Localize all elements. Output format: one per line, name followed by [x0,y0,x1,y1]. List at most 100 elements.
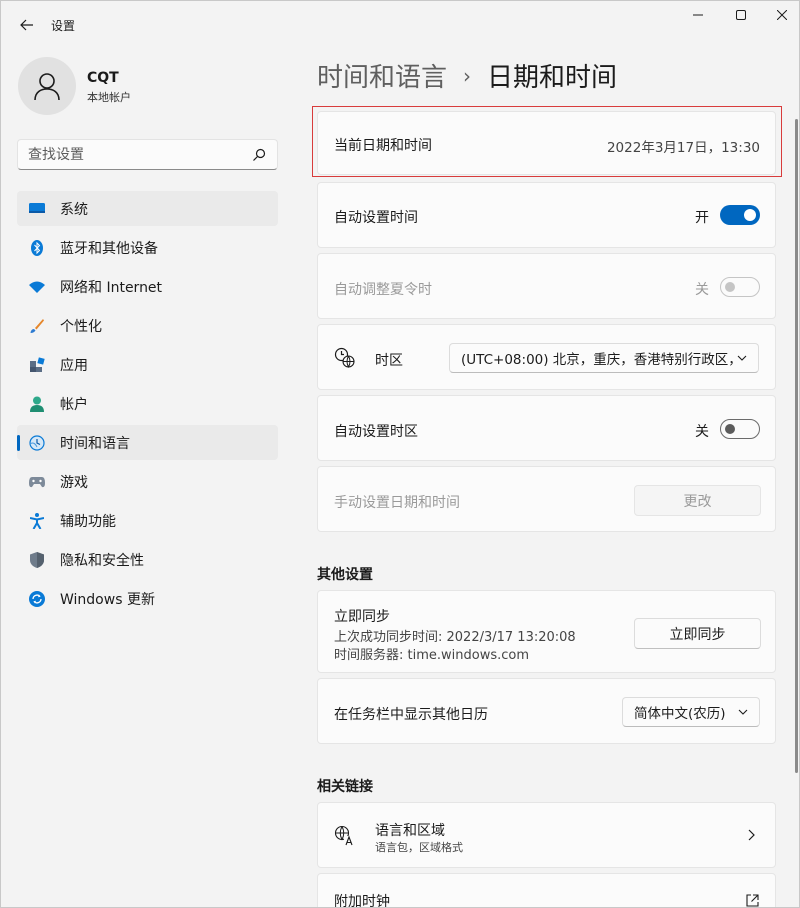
apps-icon [29,356,45,373]
calendar-label: 在任务栏中显示其他日历 [334,707,488,723]
change-button[interactable]: 更改 [634,485,761,516]
auto-dst-label: 自动调整夏令时 [334,282,432,298]
section-title-other: 其他设置 [317,567,373,583]
sidebar-item-accounts[interactable]: 帐户 [17,386,278,421]
sidebar-item-label: 系统 [60,201,88,218]
maximize-button[interactable] [724,5,758,25]
sidebar-item-windows-update[interactable]: Windows 更新 [17,581,278,616]
sidebar-item-label: 时间和语言 [60,435,130,452]
maximize-icon [736,10,746,20]
selection-indicator [17,435,20,451]
sidebar-item-label: 个性化 [60,318,102,335]
sync-label: 立即同步 [334,609,390,625]
language-region-card[interactable]: 语言和区域 语言包，区域格式 [317,802,776,868]
sidebar-item-apps[interactable]: 应用 [17,347,278,382]
auto-time-toggle[interactable] [720,205,760,225]
avatar[interactable] [18,57,76,115]
toggle-knob [744,209,756,221]
breadcrumb: 时间和语言 › 日期和时间 [317,57,617,94]
language-region-label: 语言和区域 [375,823,445,839]
settings-window: 设置 CQT 本地帐户 系统 蓝牙和其他设备 [0,0,800,908]
auto-time-card: 自动设置时间 开 [317,182,776,248]
toggle-knob [725,282,735,292]
sidebar-item-privacy[interactable]: 隐私和安全性 [17,542,278,577]
auto-dst-state: 关 [695,282,709,298]
sidebar-item-network[interactable]: 网络和 Internet [17,269,278,304]
sidebar-item-label: 辅助功能 [60,513,116,530]
brush-icon [29,318,45,334]
minimize-icon [693,14,703,16]
extra-clocks-label: 附加时钟 [334,894,390,908]
sidebar-item-label: Windows 更新 [60,591,155,608]
extra-clocks-card[interactable]: 附加时钟 [317,873,776,908]
close-icon [777,10,787,20]
timezone-label: 时区 [375,353,403,369]
title-bar: 设置 [1,1,799,49]
sidebar-item-time-language[interactable]: 时间和语言 [17,425,278,460]
last-sync-text: 上次成功同步时间: 2022/3/17 13:20:08 [334,630,576,645]
account-icon [29,396,45,412]
auto-timezone-toggle[interactable] [720,419,760,439]
shield-icon [29,551,45,568]
sidebar-item-system[interactable]: 系统 [17,191,278,226]
globe-clock-icon [334,347,355,369]
language-region-sub: 语言包，区域格式 [375,841,463,854]
system-icon [29,201,45,217]
sidebar-nav: 系统 蓝牙和其他设备 网络和 Internet 个性化 应用 帐户 时间和语言 … [17,191,278,620]
minimize-button[interactable] [681,5,715,25]
sync-now-button[interactable]: 立即同步 [634,618,761,649]
section-title-related: 相关链接 [317,779,373,795]
toggle-knob [725,424,735,434]
calendar-dropdown[interactable]: 简体中文(农历) [622,697,760,727]
sidebar-item-gaming[interactable]: 游戏 [17,464,278,499]
sync-card: 立即同步 上次成功同步时间: 2022/3/17 13:20:08 时间服务器:… [317,590,776,673]
sidebar-item-label: 网络和 Internet [60,279,163,296]
bluetooth-icon [29,239,45,256]
search-icon[interactable] [251,147,267,163]
user-icon [34,73,60,101]
auto-timezone-state: 关 [695,424,709,440]
scrollbar[interactable] [795,119,798,773]
sidebar-item-personalization[interactable]: 个性化 [17,308,278,343]
auto-time-label: 自动设置时间 [334,210,418,226]
sidebar-item-label: 蓝牙和其他设备 [60,240,158,257]
auto-dst-toggle[interactable] [720,277,760,297]
manual-datetime-card: 手动设置日期和时间 更改 [317,466,776,532]
arrow-left-icon [20,19,33,31]
chevron-down-icon [738,709,748,715]
account-type: 本地帐户 [87,91,131,104]
timezone-value: (UTC+08:00) 北京，重庆，香港特别行政区， [461,352,742,368]
timezone-card: 时区 (UTC+08:00) 北京，重庆，香港特别行政区， [317,324,776,390]
calendar-value: 简体中文(农历) [634,706,726,722]
time-server-text: 时间服务器: time.windows.com [334,648,530,663]
language-icon [334,825,355,846]
sidebar-item-label: 隐私和安全性 [60,552,144,569]
timezone-dropdown[interactable]: (UTC+08:00) 北京，重庆，香港特别行政区， [449,343,759,373]
user-name: CQT [87,70,119,86]
time-language-icon [29,434,45,451]
app-title: 设置 [51,19,76,33]
gamepad-icon [29,474,45,490]
manual-datetime-label: 手动设置日期和时间 [334,495,460,511]
chevron-right-icon: › [463,63,472,88]
external-link-icon [746,894,759,907]
auto-timezone-label: 自动设置时区 [334,424,418,440]
chevron-right-icon [748,829,755,841]
page-title: 日期和时间 [487,63,618,93]
back-button[interactable] [13,11,41,39]
search-box[interactable] [17,139,278,170]
sidebar-item-label: 应用 [60,357,88,374]
auto-timezone-card: 自动设置时区 关 [317,395,776,461]
calendar-card: 在任务栏中显示其他日历 简体中文(农历) [317,678,776,744]
auto-time-state: 开 [695,210,709,226]
accessibility-icon [29,512,45,529]
sidebar-item-bluetooth[interactable]: 蓝牙和其他设备 [17,230,278,265]
breadcrumb-parent[interactable]: 时间和语言 [317,57,447,94]
wifi-icon [29,279,45,295]
update-icon [29,590,45,607]
highlight-box [312,106,782,177]
sidebar-item-label: 帐户 [60,396,88,413]
sidebar-item-accessibility[interactable]: 辅助功能 [17,503,278,538]
close-button[interactable] [765,5,799,25]
search-input[interactable] [28,146,248,164]
